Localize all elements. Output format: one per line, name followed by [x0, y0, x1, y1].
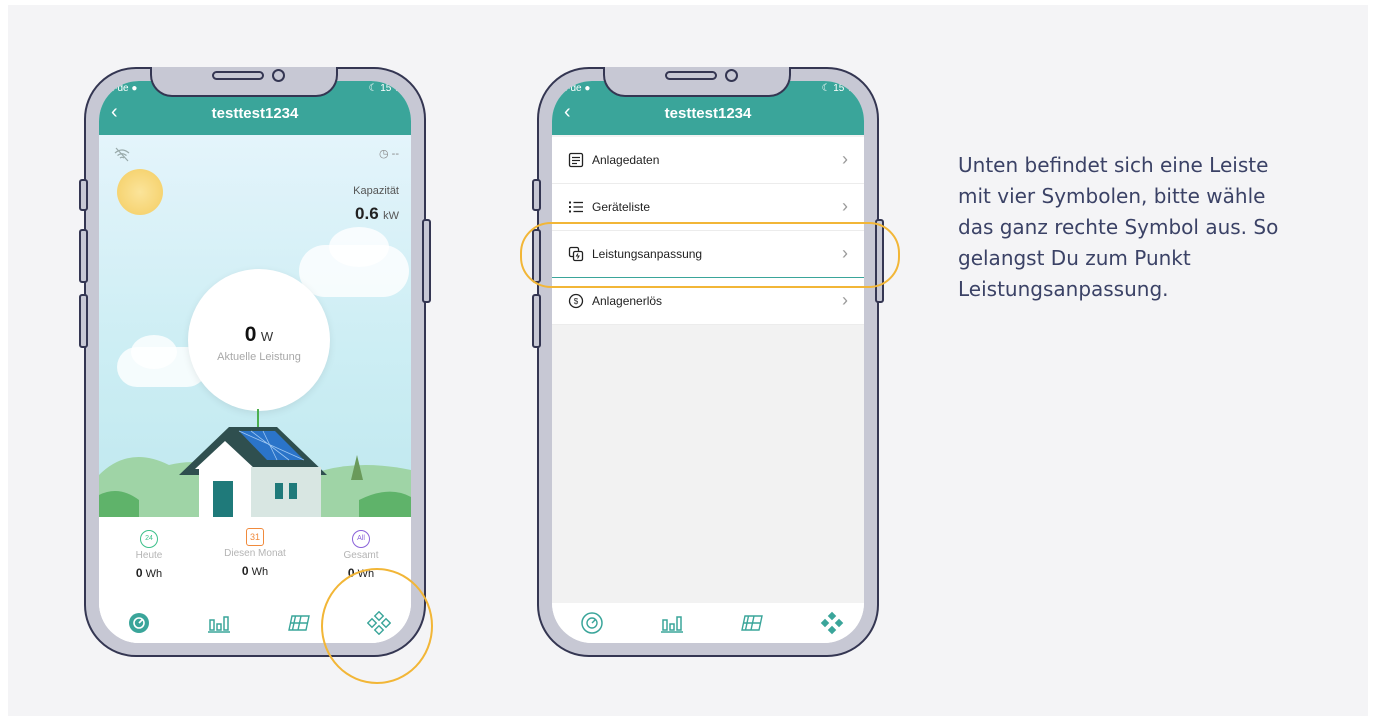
chevron-right-icon: › — [842, 149, 848, 169]
status-battery: ☾ 15 % — [821, 83, 856, 94]
dashboard-illustration: ◷ -- Kapazität 0.6 kW 0 W Aktuelle Leist… — [99, 135, 411, 517]
tab-dashboard-icon[interactable] — [580, 611, 604, 635]
tab-statistics-icon[interactable] — [660, 611, 684, 635]
phone-screen: o2-de ● ☾ 15 % ‹ testtest1234 Anlagedate… — [552, 81, 864, 643]
page-title: testtest1234 — [664, 105, 752, 122]
tab-panels-icon[interactable] — [287, 611, 311, 635]
all-icon: All — [352, 530, 370, 548]
phone-notch — [150, 67, 338, 97]
tab-dashboard-icon[interactable] — [127, 611, 151, 635]
speaker — [212, 71, 264, 80]
status-battery: ☾ 15 % — [368, 83, 403, 94]
cloud-illustration — [329, 227, 389, 267]
bottom-tab-bar — [552, 603, 864, 643]
stat-total-label: Gesamt — [343, 550, 379, 561]
tab-panels-icon[interactable] — [740, 611, 764, 635]
stat-today-label: Heute — [135, 550, 163, 561]
power-unit: W — [260, 329, 274, 344]
phone-volume-up-button — [79, 229, 88, 283]
stat-month-value: 0 — [241, 564, 249, 578]
wifi-off-icon — [114, 147, 130, 162]
capacity-block: Kapazität 0.6 kW — [353, 185, 399, 224]
status-carrier: o2-de ● — [556, 83, 591, 94]
stat-today-unit: Wh — [145, 568, 163, 580]
current-power-circle: 0 W Aktuelle Leistung — [188, 269, 330, 411]
phone-volume-down-button — [532, 294, 541, 348]
phone-notch — [603, 67, 791, 97]
phone-volume-down-button — [79, 294, 88, 348]
stat-month-unit: Wh — [251, 566, 269, 578]
stat-month[interactable]: 31 Diesen Monat 0 Wh — [205, 527, 305, 578]
stat-month-label: Diesen Monat — [224, 548, 286, 559]
phone-power-button — [422, 219, 431, 303]
document-icon — [568, 152, 584, 168]
tab-statistics-icon[interactable] — [207, 611, 231, 635]
capacity-unit: kW — [383, 210, 399, 222]
capacity-value: 0.6 — [355, 204, 379, 223]
phone-screen: o2-de ● ☾ 15 % ‹ testtest1234 ◷ -- Kapaz… — [99, 81, 411, 643]
instruction-text: Unten befindet sich eine Leiste mit vier… — [958, 153, 1279, 301]
stat-today-value: 0 — [135, 566, 143, 580]
power-value: 0 — [244, 323, 257, 346]
page-title: testtest1234 — [211, 105, 299, 122]
highlight-rounded-rect — [520, 222, 900, 288]
clock-icon: ◷ — [379, 148, 389, 160]
highlight-circle — [321, 568, 433, 684]
time-display: ◷ -- — [379, 148, 399, 160]
dollar-icon: $ — [568, 293, 584, 309]
status-carrier: o2-de ● — [103, 83, 138, 94]
stat-today[interactable]: 24 Heute 0 Wh — [99, 527, 199, 580]
camera — [725, 69, 738, 82]
phone-side-button — [532, 179, 541, 211]
calendar-icon: 31 — [246, 528, 264, 546]
svg-text:$: $ — [574, 297, 579, 306]
house-illustration — [99, 409, 411, 517]
sun-icon — [117, 169, 163, 215]
cloud-illustration — [131, 335, 177, 369]
tab-settings-icon[interactable] — [820, 611, 844, 635]
power-label: Aktuelle Leistung — [217, 351, 301, 363]
chevron-right-icon: › — [842, 290, 848, 310]
phone-side-button — [79, 179, 88, 211]
camera — [272, 69, 285, 82]
24h-icon: 24 — [140, 530, 158, 548]
list-icon — [569, 201, 583, 213]
menu-item-label: Geräteliste — [592, 200, 651, 214]
menu-item-anlagedaten[interactable]: Anlagedaten › — [552, 137, 864, 184]
phone-settings-screen: o2-de ● ☾ 15 % ‹ testtest1234 Anlagedate… — [532, 67, 884, 657]
menu-item-label: Anlagedaten — [592, 153, 660, 167]
capacity-label: Kapazität — [353, 185, 399, 197]
speaker — [665, 71, 717, 80]
menu-item-label: Anlagenerlös — [592, 294, 663, 308]
chevron-right-icon: › — [842, 196, 848, 216]
